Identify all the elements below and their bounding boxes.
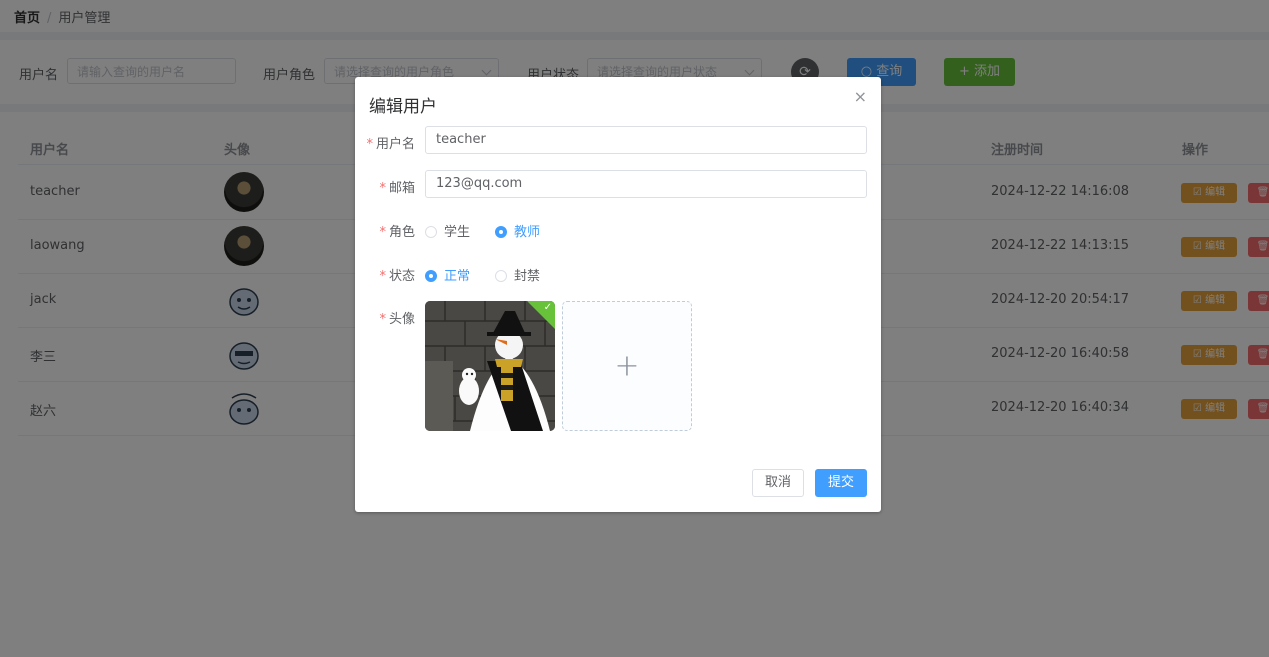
edit-user-dialog: 编辑用户 × * 用户名 teacher * 邮箱 123@qq.com * 角色 学…: [355, 77, 881, 512]
uploaded-avatar-image[interactable]: ✓: [425, 301, 555, 431]
dialog-title: 编辑用户: [369, 97, 437, 117]
close-icon[interactable]: ×: [854, 87, 867, 106]
upload-avatar-button[interactable]: +: [562, 301, 692, 431]
email-field[interactable]: 123@qq.com: [425, 170, 867, 198]
snowman-photo: [425, 301, 555, 431]
status-form-label: * 状态: [379, 269, 415, 284]
username-form-label: * 用户名: [366, 137, 415, 152]
cancel-button[interactable]: 取消: [752, 469, 804, 497]
email-form-label: * 邮箱: [379, 181, 415, 196]
status-radio-normal[interactable]: 正常: [425, 265, 470, 284]
role-form-label: * 角色: [379, 225, 415, 240]
plus-icon: +: [614, 348, 640, 384]
role-radio-teacher[interactable]: 教师: [495, 221, 540, 240]
submit-button[interactable]: 提交: [815, 469, 867, 497]
avatar-form-label: * 头像: [379, 312, 415, 327]
check-icon: ✓: [543, 302, 552, 313]
username-field[interactable]: teacher: [425, 126, 867, 154]
status-radio-banned[interactable]: 封禁: [495, 265, 540, 284]
role-radio-student[interactable]: 学生: [425, 221, 470, 240]
